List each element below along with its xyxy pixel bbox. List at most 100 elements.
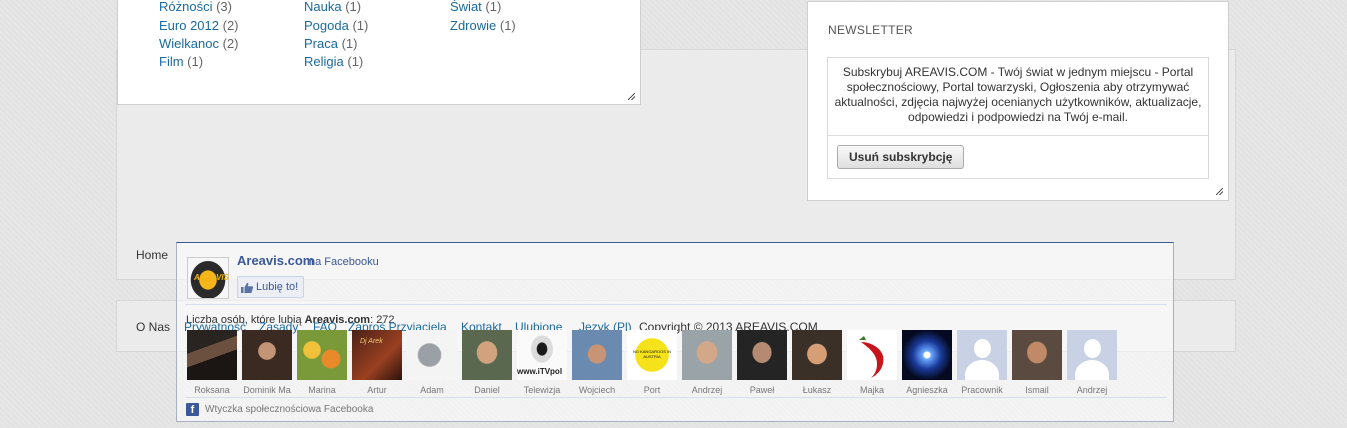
fan-item[interactable]: Agnieszka xyxy=(902,330,952,395)
newsletter-panel: NEWSLETTER Subskrybuj AREAVIS.COM - Twój… xyxy=(807,1,1229,201)
fan-avatar: www.iTVpol xyxy=(517,330,567,380)
fan-avatar xyxy=(847,330,897,380)
tag-count: (1) xyxy=(341,36,358,51)
fan-name: Paweł xyxy=(749,385,775,395)
tag-item[interactable]: Wielkanoc (2) xyxy=(159,36,238,52)
tag-link[interactable]: Euro 2012 xyxy=(159,18,219,33)
tag-count: (1) xyxy=(347,54,364,69)
avatar-text: NO KANGAROOS IN AUSTRIA xyxy=(632,349,671,359)
tag-link[interactable]: Religia xyxy=(304,54,344,69)
facebook-icon: f xyxy=(186,403,199,416)
divider xyxy=(185,304,1167,305)
tag-item[interactable]: Praca (1) xyxy=(304,36,357,52)
tag-item[interactable]: Różności (3) xyxy=(159,0,232,15)
like-label: Lubię to! xyxy=(256,281,299,293)
fan-avatar xyxy=(737,330,787,380)
tag-item[interactable]: Pogoda (1) xyxy=(304,18,368,34)
newsletter-content: Subskrybuj AREAVIS.COM - Twój świat w je… xyxy=(827,57,1209,179)
tag-item[interactable]: Euro 2012 (2) xyxy=(159,18,239,34)
fan-item[interactable]: Paweł xyxy=(737,330,787,395)
facebook-plugin-credit[interactable]: f Wtyczka społecznościowa Facebooka xyxy=(186,403,373,416)
tag-count: (2) xyxy=(222,18,239,33)
tag-count: (1) xyxy=(187,54,204,69)
tag-item[interactable]: Religia (1) xyxy=(304,54,363,70)
tag-count: (3) xyxy=(216,0,232,14)
footer-about-link[interactable]: O Nas xyxy=(136,320,170,334)
resize-handle[interactable] xyxy=(628,93,635,100)
fan-name: Andrzej xyxy=(691,385,723,395)
fan-name: Artur xyxy=(367,385,387,395)
page-logo[interactable]: AREAVIS xyxy=(187,257,229,299)
tag-count: (1) xyxy=(352,18,369,33)
facebook-page-name[interactable]: Areavis.com xyxy=(237,253,314,268)
unsubscribe-button[interactable]: Usuń subskrybcję xyxy=(837,145,965,169)
fan-avatar xyxy=(957,330,1007,380)
tag-count: (1) xyxy=(485,0,502,14)
tag-item[interactable]: Świat (1) xyxy=(450,0,501,15)
fan-avatar xyxy=(902,330,952,380)
tag-link[interactable]: Zdrowie xyxy=(450,18,496,33)
fan-name: Pracownik xyxy=(961,385,1003,395)
tag-item[interactable]: Nauka (1) xyxy=(304,0,361,15)
tag-link[interactable]: Wielkanoc xyxy=(159,36,219,51)
like-button[interactable]: Lubię to! xyxy=(237,276,305,298)
fan-avatar xyxy=(407,330,457,380)
fan-avatar xyxy=(187,330,237,380)
fan-avatar xyxy=(1012,330,1062,380)
plugin-label: Wtyczka społecznościowa Facebooka xyxy=(205,404,374,415)
resize-handle[interactable] xyxy=(1216,188,1223,195)
fan-name: Telewizja xyxy=(523,385,561,395)
fan-item[interactable]: Marina xyxy=(297,330,347,395)
tag-item[interactable]: Film (1) xyxy=(159,54,203,70)
tag-count: (2) xyxy=(222,36,239,51)
fan-item[interactable]: Daniel xyxy=(462,330,512,395)
tag-link[interactable]: Nauka xyxy=(304,0,342,14)
on-facebook-label[interactable]: na Facebooku xyxy=(309,256,379,268)
avatar-text: Dj Arek xyxy=(360,338,383,345)
fan-name: Łukasz xyxy=(802,385,832,395)
thumbs-up-icon xyxy=(241,282,253,293)
fan-item[interactable]: www.iTVpol Telewizja xyxy=(517,330,567,395)
fan-avatar xyxy=(242,330,292,380)
fan-avatar xyxy=(682,330,732,380)
divider xyxy=(185,397,1167,398)
tag-cloud-panel: Różności (3) Euro 2012 (2) Wielkanoc (2)… xyxy=(117,0,641,105)
fan-item[interactable]: Andrzej xyxy=(1067,330,1117,395)
avatar-text: www.iTVpol xyxy=(517,367,563,376)
newsletter-title: NEWSLETTER xyxy=(828,23,914,37)
fan-item[interactable]: Dominik Ma xyxy=(242,330,292,395)
fan-avatar xyxy=(1067,330,1117,380)
footer-home-link[interactable]: Home xyxy=(136,248,168,262)
fan-name: Port xyxy=(643,385,661,395)
fan-item[interactable]: Roksana xyxy=(187,330,237,395)
fan-avatar xyxy=(297,330,347,380)
fan-item[interactable]: Adam xyxy=(407,330,457,395)
fan-name: Wojciech xyxy=(578,385,616,395)
fan-item[interactable]: Dj Arek Artur xyxy=(352,330,402,395)
tag-link[interactable]: Różności xyxy=(159,0,212,14)
tag-link[interactable]: Pogoda xyxy=(304,18,349,33)
fan-item[interactable]: Pracownik xyxy=(957,330,1007,395)
fan-name: Adam xyxy=(420,385,444,395)
fan-item[interactable]: NO KANGAROOS IN AUSTRIA Port xyxy=(627,330,677,395)
tag-item[interactable]: Zdrowie (1) xyxy=(450,18,516,34)
fan-name: Daniel xyxy=(474,385,500,395)
tag-link[interactable]: Świat xyxy=(450,0,482,14)
chili-pepper-image xyxy=(859,336,884,378)
fan-item[interactable]: Ismail xyxy=(1012,330,1062,395)
fan-avatar: NO KANGAROOS IN AUSTRIA xyxy=(627,330,677,380)
fan-avatar xyxy=(462,330,512,380)
tag-link[interactable]: Praca xyxy=(304,36,338,51)
fan-item[interactable]: Majka xyxy=(847,330,897,395)
tag-count: (1) xyxy=(345,0,362,14)
fan-item[interactable]: Wojciech xyxy=(572,330,622,395)
logo-text: AREAVIS xyxy=(194,273,229,282)
fan-avatar xyxy=(792,330,842,380)
fan-name: Agnieszka xyxy=(906,385,948,395)
fan-name: Marina xyxy=(308,385,336,395)
fan-item[interactable]: Andrzej xyxy=(682,330,732,395)
newsletter-description: Subskrybuj AREAVIS.COM - Twój świat w je… xyxy=(834,65,1202,124)
tag-link[interactable]: Film xyxy=(159,54,184,69)
fan-item[interactable]: Łukasz xyxy=(792,330,842,395)
fan-avatar: Dj Arek xyxy=(352,330,402,380)
